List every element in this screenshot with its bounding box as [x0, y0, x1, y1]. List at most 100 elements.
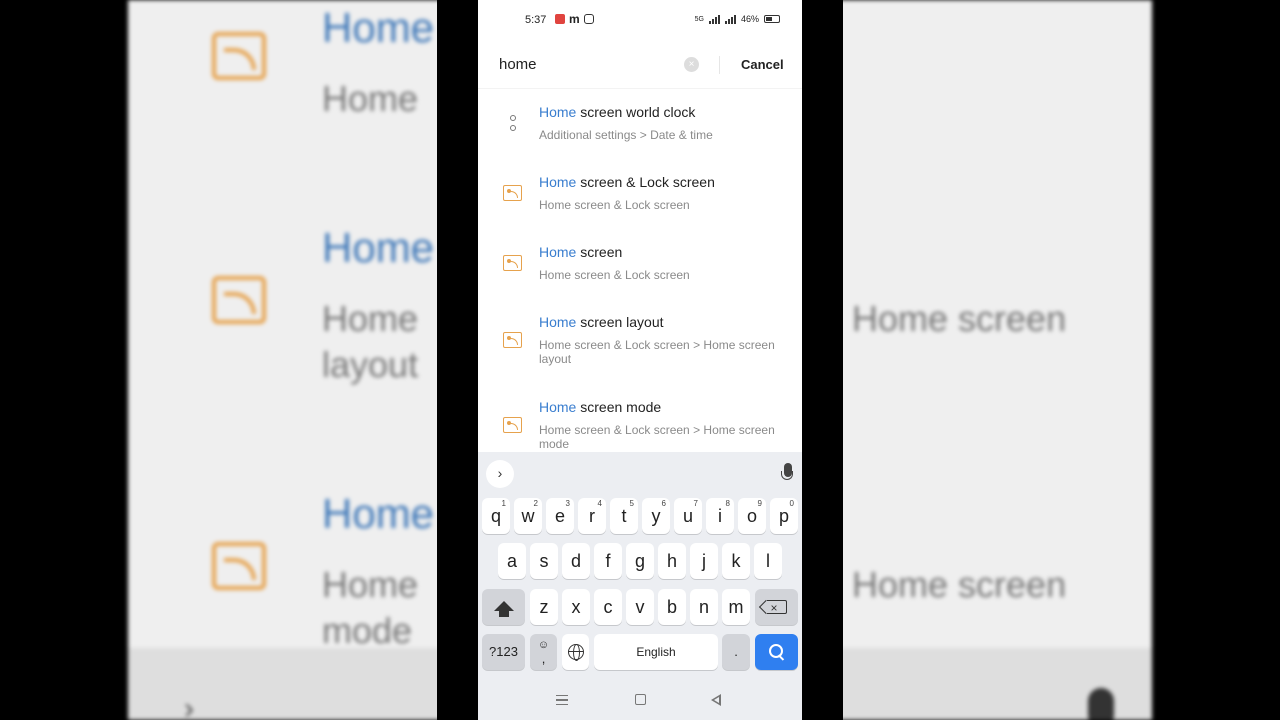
- result-title: Home screen mode: [539, 399, 661, 415]
- wallpaper-icon: [503, 332, 522, 348]
- key-l[interactable]: l: [754, 543, 782, 579]
- bg-title: Home: [322, 4, 435, 51]
- bg-sub: Home layout: [322, 298, 419, 385]
- cancel-button[interactable]: Cancel: [741, 57, 784, 72]
- key-label: w: [521, 506, 535, 526]
- result-title-rest: screen: [576, 244, 623, 260]
- key-hint: 0: [789, 499, 794, 508]
- key-o[interactable]: o9: [738, 498, 766, 534]
- result-title-match: Home: [539, 314, 577, 330]
- microphone-icon: [1088, 688, 1114, 720]
- keyboard-toolbar-expand-button[interactable]: ›: [486, 460, 514, 488]
- key-r[interactable]: r4: [578, 498, 606, 534]
- key-h[interactable]: h: [658, 543, 686, 579]
- key-hint: 4: [597, 499, 602, 508]
- key-t[interactable]: t5: [610, 498, 638, 534]
- wallpaper-icon: [503, 255, 522, 271]
- shift-key[interactable]: [482, 589, 525, 625]
- battery-icon: [764, 15, 780, 23]
- key-s[interactable]: s: [530, 543, 558, 579]
- key-f[interactable]: f: [594, 543, 622, 579]
- key-x[interactable]: x: [562, 589, 590, 625]
- key-c[interactable]: c: [594, 589, 622, 625]
- wallpaper-icon: [503, 417, 522, 433]
- key-hint: 3: [565, 499, 570, 508]
- key-i[interactable]: i8: [706, 498, 734, 534]
- wallpaper-icon: [503, 185, 522, 201]
- result-title: Home screen: [539, 244, 622, 260]
- search-result[interactable]: Home screen layout Home screen & Lock sc…: [478, 314, 802, 388]
- recents-icon[interactable]: [556, 695, 568, 705]
- key-hint: 6: [661, 499, 666, 508]
- wallpaper-icon: [212, 542, 266, 590]
- result-title-rest: screen layout: [576, 314, 664, 330]
- search-result[interactable]: Home screen mode Home screen & Lock scre…: [478, 399, 802, 452]
- key-j[interactable]: j: [690, 543, 718, 579]
- key-hint: 7: [693, 499, 698, 508]
- letterbox-left: [0, 0, 128, 720]
- space-key[interactable]: English: [594, 634, 718, 670]
- letterbox-right: [1152, 0, 1280, 720]
- signal-icon: [724, 14, 736, 24]
- phone-screen: 5:37 m 5G 46% home × Cancel Home screen …: [478, 0, 802, 720]
- bg-sub: Home mode: [322, 564, 419, 651]
- status-bar: 5:37 m 5G 46%: [478, 0, 802, 40]
- search-results-list: Home screen world clock Additional setti…: [478, 92, 802, 452]
- key-g[interactable]: g: [626, 543, 654, 579]
- search-divider: [719, 56, 720, 74]
- phone-bezel-left: [437, 0, 478, 720]
- instagram-icon: [583, 14, 594, 24]
- bg-title: Home: [322, 224, 435, 271]
- key-hint: 2: [533, 499, 538, 508]
- emoji-comma-key[interactable]: ☺,: [530, 634, 557, 670]
- language-key[interactable]: [562, 634, 589, 670]
- key-u[interactable]: u7: [674, 498, 702, 534]
- backspace-key[interactable]: ×: [755, 589, 798, 625]
- globe-icon: [567, 644, 584, 661]
- symbols-key[interactable]: ?123: [482, 634, 525, 670]
- key-d[interactable]: d: [562, 543, 590, 579]
- key-label: i: [718, 506, 722, 526]
- divider: [478, 88, 802, 89]
- key-a[interactable]: a: [498, 543, 526, 579]
- bg-sub: Home screen: [852, 564, 1067, 605]
- signal-icon: [708, 14, 720, 24]
- key-label: r: [589, 506, 595, 526]
- clock-settings-icon: [509, 115, 517, 131]
- key-v[interactable]: v: [626, 589, 654, 625]
- period-key[interactable]: .: [722, 634, 750, 670]
- chevron-right-icon: ›: [184, 692, 194, 720]
- search-key[interactable]: [755, 634, 798, 670]
- key-m[interactable]: m: [722, 589, 750, 625]
- key-label: e: [554, 506, 565, 526]
- key-k[interactable]: k: [722, 543, 750, 579]
- search-result[interactable]: Home screen Home screen & Lock screen: [478, 244, 802, 304]
- search-input[interactable]: home: [499, 56, 537, 73]
- key-w[interactable]: w2: [514, 498, 542, 534]
- status-right: 5G 46%: [695, 14, 780, 24]
- result-path: Additional settings > Date & time: [539, 128, 713, 142]
- search-result[interactable]: Home screen world clock Additional setti…: [478, 104, 802, 164]
- back-icon[interactable]: [711, 694, 721, 706]
- status-time: 5:37: [525, 14, 547, 26]
- key-y[interactable]: y6: [642, 498, 670, 534]
- bg-sub: Home screen: [852, 298, 1067, 339]
- key-n[interactable]: n: [690, 589, 718, 625]
- result-path: Home screen & Lock screen > Home screen …: [539, 423, 775, 451]
- key-p[interactable]: p0: [770, 498, 798, 534]
- key-q[interactable]: q1: [482, 498, 510, 534]
- backspace-x: ×: [770, 601, 778, 615]
- home-icon[interactable]: [635, 694, 646, 705]
- wallpaper-icon: [212, 276, 266, 324]
- app-notification-icon: [555, 14, 565, 24]
- key-e[interactable]: e3: [546, 498, 574, 534]
- key-z[interactable]: z: [530, 589, 558, 625]
- microphone-icon[interactable]: [781, 463, 793, 480]
- comma-label: ,: [541, 651, 546, 666]
- shift-icon: [493, 601, 514, 617]
- backspace-icon: ×: [766, 600, 787, 615]
- clear-search-icon[interactable]: ×: [684, 57, 699, 72]
- key-b[interactable]: b: [658, 589, 686, 625]
- search-result[interactable]: Home screen & Lock screen Home screen & …: [478, 174, 802, 234]
- result-title: Home screen layout: [539, 314, 664, 330]
